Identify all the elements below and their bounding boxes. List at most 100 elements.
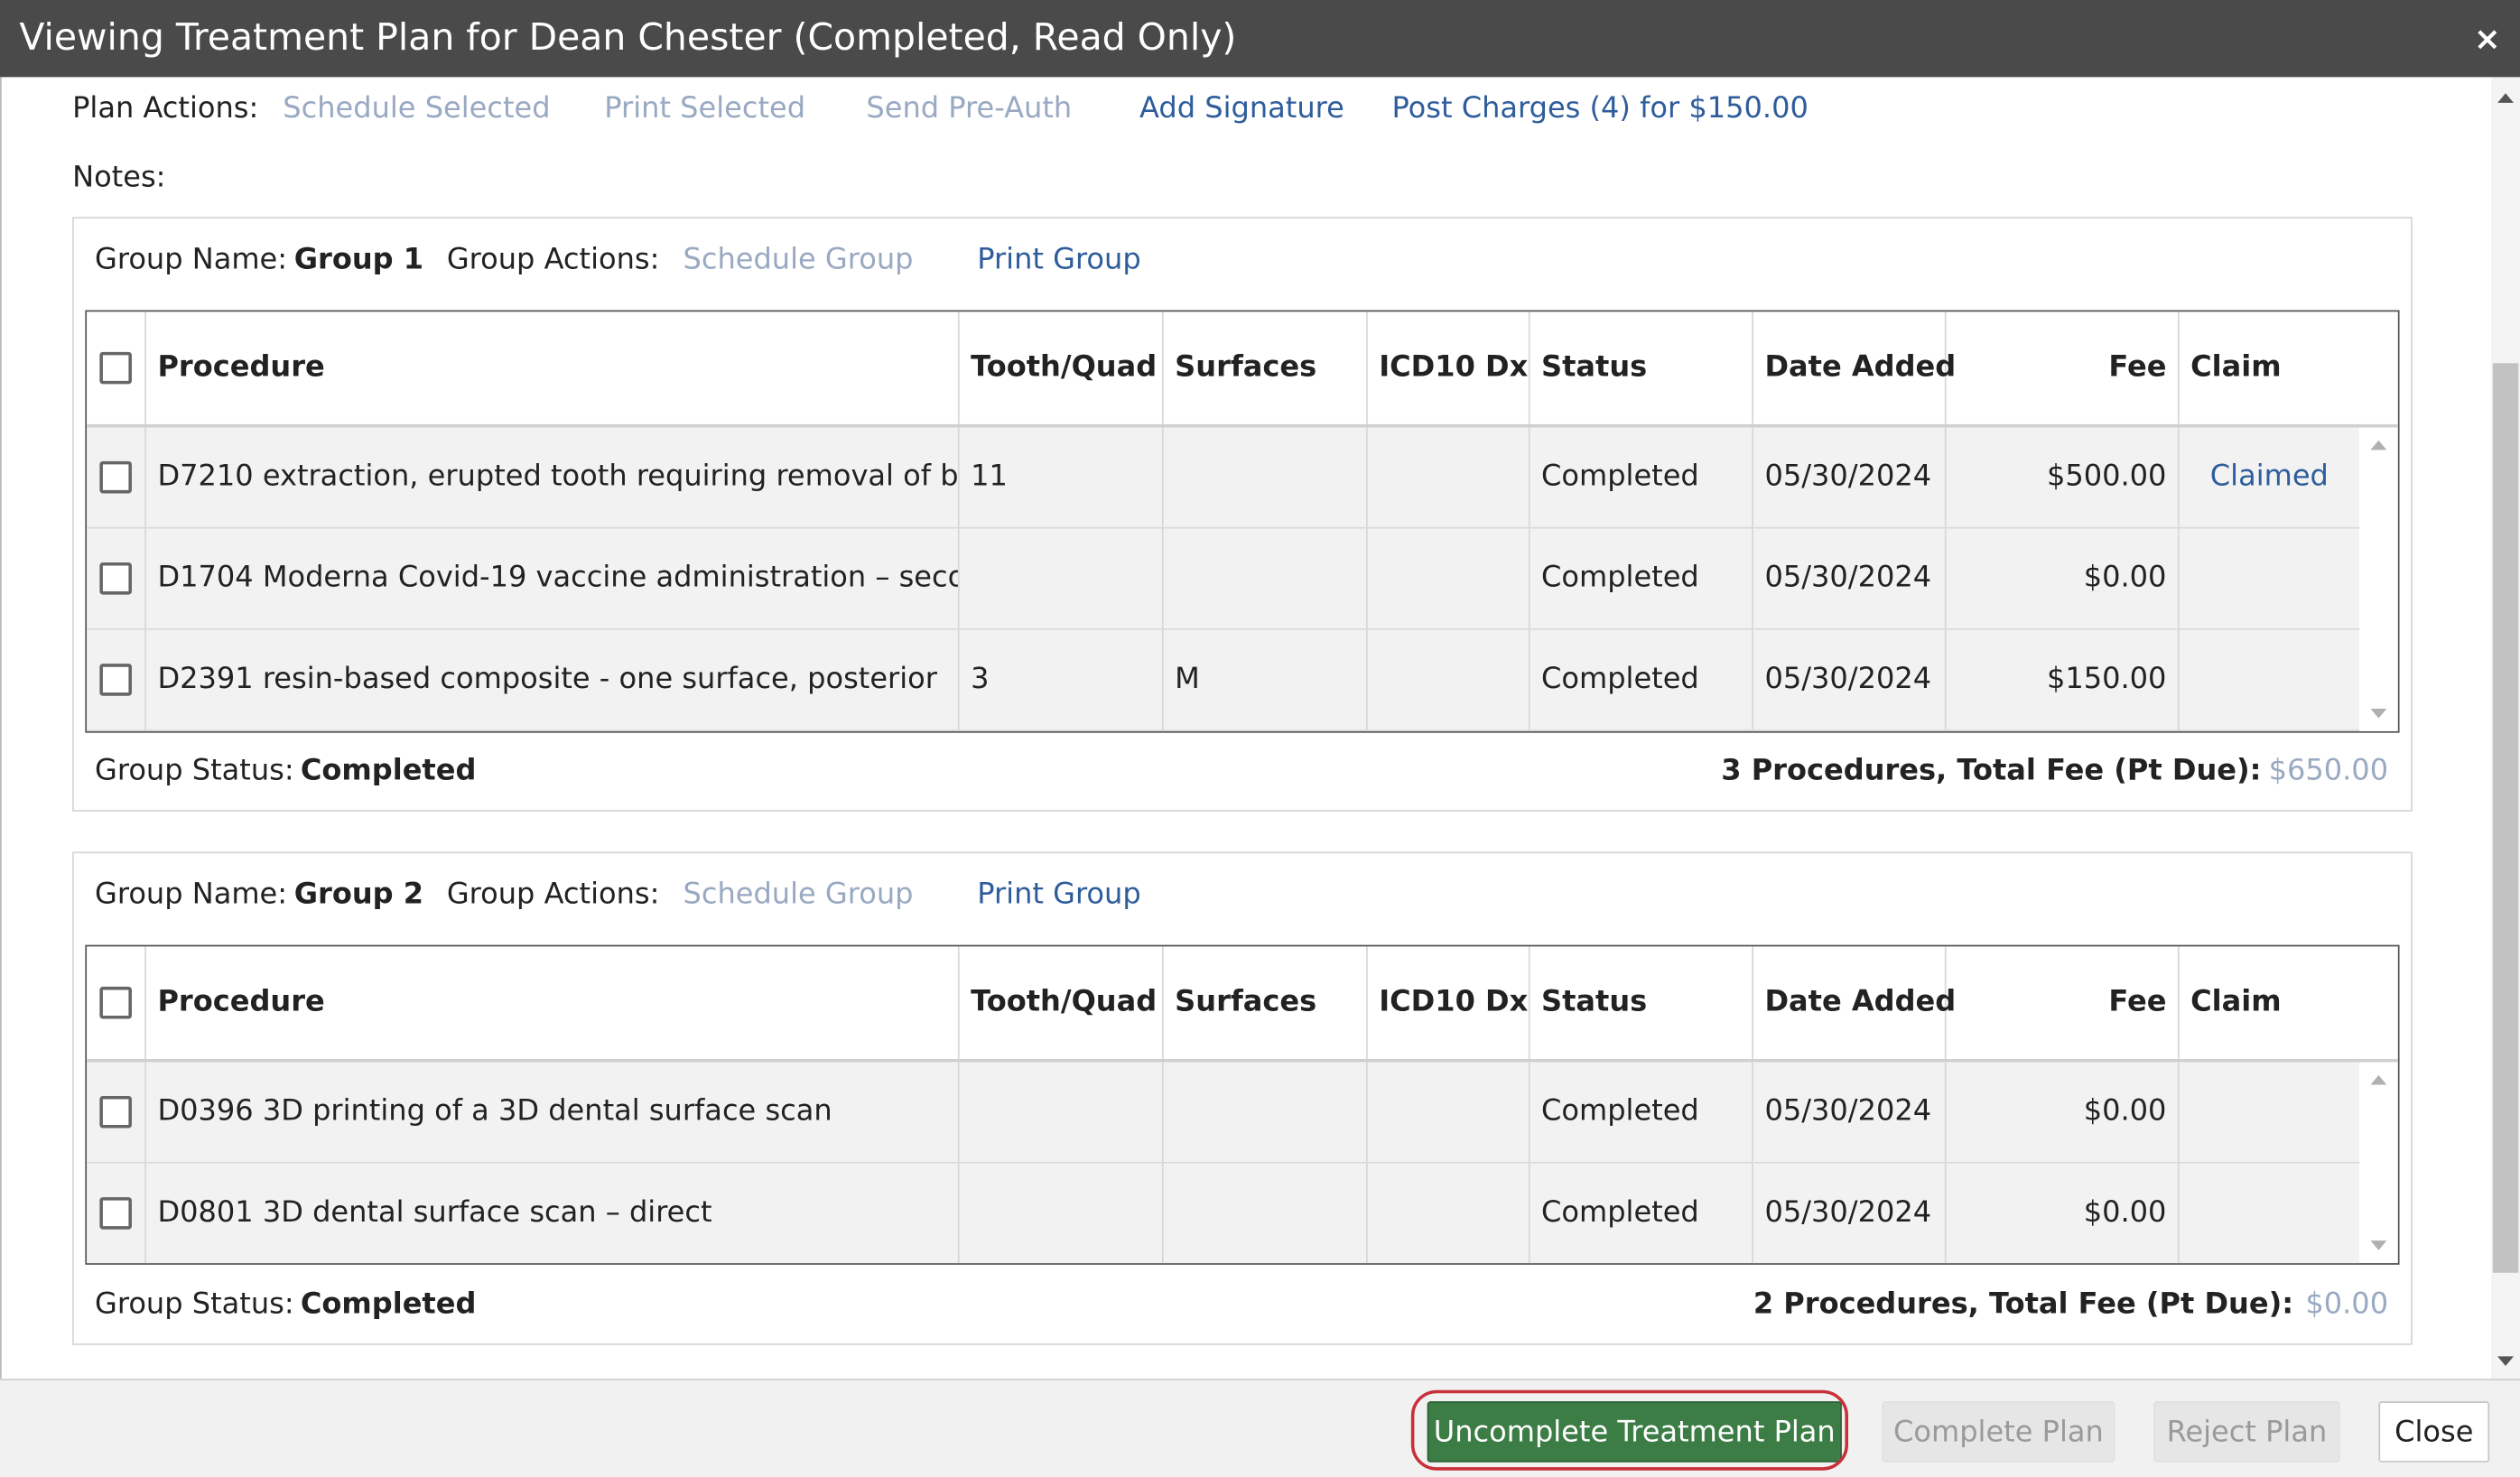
icd10-cell [1368,1163,1530,1264]
header-fee[interactable]: Fee [1947,946,2180,1060]
scroll-down-icon[interactable] [2370,708,2387,719]
surfaces-cell: M [1164,629,1368,730]
procedures-table: Procedure Tooth/Quad Surfaces ICD10 Dx S… [85,944,2400,1265]
schedule-selected-link[interactable]: Schedule Selected [283,91,550,125]
procedure-cell: D1704 Moderna Covid-19 vaccine administr… [146,528,960,628]
surfaces-cell [1164,1163,1368,1264]
header-claim[interactable]: Claim [2180,311,2398,424]
row-checkbox[interactable] [99,664,132,696]
close-icon[interactable]: × [2474,0,2501,77]
date-cell: 05/30/2024 [1753,1062,1947,1162]
table-row[interactable]: D0801 3D dental surface scan – direct Co… [87,1163,2360,1264]
header-icd10[interactable]: ICD10 Dx [1368,946,1530,1060]
table-row[interactable]: D0396 3D printing of a 3D dental surface… [87,1062,2360,1164]
scroll-up-icon[interactable] [2497,93,2514,103]
row-select-cell [87,1163,146,1264]
header-date-added[interactable]: Date Added [1753,946,1956,1060]
surfaces-cell [1164,528,1368,628]
header-claim[interactable]: Claim [2180,946,2398,1059]
icd10-cell [1368,1062,1530,1162]
date-cell: 05/30/2024 [1753,1163,1947,1264]
header-select-cell [87,946,146,1060]
procedure-cell: D7210 extraction, erupted tooth requirin… [146,427,960,527]
row-checkbox[interactable] [99,460,132,494]
table-row[interactable]: D2391 resin-based composite - one surfac… [87,629,2360,731]
print-group-link[interactable]: Print Group [977,243,1140,276]
table-header: Procedure Tooth/Quad Surfaces ICD10 Dx S… [87,311,2398,428]
scrollbar-thumb[interactable] [2492,363,2519,1273]
group-name-label: Group Name: [95,877,288,912]
fee-cell: $150.00 [1947,629,2180,730]
tooth-cell [960,1163,1164,1264]
header-status[interactable]: Status [1530,946,1753,1060]
group-status-value: Completed [300,1287,477,1322]
send-preauth-link[interactable]: Send Pre-Auth [866,91,1072,125]
add-signature-link[interactable]: Add Signature [1139,91,1344,125]
icd10-cell [1368,427,1530,527]
print-selected-link[interactable]: Print Selected [604,91,805,125]
schedule-group-link[interactable]: Schedule Group [683,878,914,911]
header-procedure[interactable]: Procedure [146,946,960,1060]
group-status-label: Group Status: [95,753,294,788]
complete-plan-button[interactable]: Complete Plan [1882,1401,2115,1463]
row-checkbox[interactable] [99,562,132,595]
group-actions-label: Group Actions: [446,242,660,277]
uncomplete-treatment-plan-button[interactable]: Uncomplete Treatment Plan [1427,1401,1842,1463]
group-name-value: Group 2 [293,877,424,912]
plan-actions-label: Plan Actions: [72,91,259,125]
icd10-cell [1368,629,1530,730]
table-scrollbar[interactable] [2359,427,2398,731]
scroll-down-icon[interactable] [2497,1356,2514,1366]
row-select-cell [87,1062,146,1162]
table-header: Procedure Tooth/Quad Surfaces ICD10 Dx S… [87,946,2398,1063]
table-scrollbar[interactable] [2359,1062,2398,1264]
header-procedure[interactable]: Procedure [146,311,960,424]
title-bar: Viewing Treatment Plan for Dean Chester … [0,0,2520,78]
claim-cell[interactable]: Claimed [2180,427,2359,526]
reject-plan-button[interactable]: Reject Plan [2153,1401,2340,1463]
print-group-link[interactable]: Print Group [977,878,1140,911]
status-cell: Completed [1530,1062,1753,1162]
group-actions-label: Group Actions: [446,877,660,912]
scroll-up-icon[interactable] [2370,1074,2387,1085]
select-all-checkbox[interactable] [99,351,132,385]
header-fee[interactable]: Fee [1947,311,2180,424]
table-row[interactable]: D7210 extraction, erupted tooth requirin… [87,427,2360,529]
post-charges-link[interactable]: Post Charges (4) for $150.00 [1391,91,1808,125]
status-cell: Completed [1530,528,1753,628]
header-select-cell [87,311,146,424]
tooth-cell [960,528,1164,628]
procedure-cell: D0396 3D printing of a 3D dental surface… [146,1062,960,1162]
schedule-group-link[interactable]: Schedule Group [683,243,914,276]
header-status[interactable]: Status [1530,311,1753,424]
group-total-value: $0.00 [2305,1287,2389,1322]
dialog-footer: Uncomplete Treatment Plan Complete Plan … [0,1379,2520,1477]
surfaces-cell [1164,427,1368,527]
tooth-cell: 3 [960,629,1164,730]
scroll-up-icon[interactable] [2370,440,2387,451]
fee-cell: $0.00 [1947,1062,2180,1162]
table-row[interactable]: D1704 Moderna Covid-19 vaccine administr… [87,528,2360,630]
claim-cell [2180,630,2359,729]
group-2-panel: Group Name: Group 2 Group Actions: Sched… [72,851,2413,1345]
header-surfaces[interactable]: Surfaces [1164,311,1368,424]
tooth-cell: 11 [960,427,1164,527]
claim-cell [2180,1164,2359,1263]
header-tooth-quad[interactable]: Tooth/Quad [960,946,1164,1060]
header-date-added[interactable]: Date Added [1753,311,1956,424]
date-cell: 05/30/2024 [1753,427,1947,527]
row-select-cell [87,528,146,628]
content-scrollbar[interactable] [2491,77,2520,1379]
close-button[interactable]: Close [2378,1401,2490,1463]
header-icd10[interactable]: ICD10 Dx [1368,311,1530,424]
procedures-table: Procedure Tooth/Quad Surfaces ICD10 Dx S… [85,310,2400,733]
header-tooth-quad[interactable]: Tooth/Quad [960,311,1164,424]
header-surfaces[interactable]: Surfaces [1164,946,1368,1060]
scroll-down-icon[interactable] [2370,1240,2387,1250]
surfaces-cell [1164,1062,1368,1162]
row-checkbox[interactable] [99,1197,132,1230]
fee-cell: $500.00 [1947,427,2180,527]
fee-cell: $0.00 [1947,1163,2180,1264]
select-all-checkbox[interactable] [99,986,132,1019]
row-checkbox[interactable] [99,1095,132,1129]
